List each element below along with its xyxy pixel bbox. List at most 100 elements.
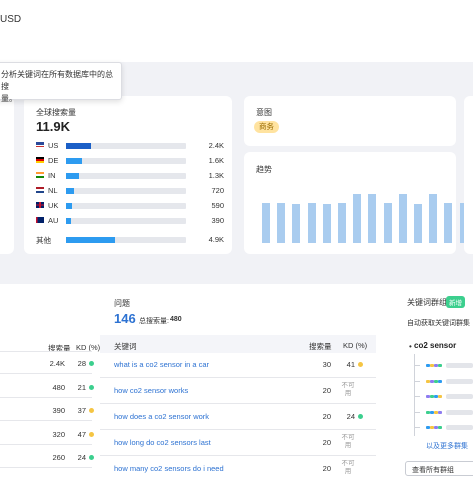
country-row-other[interactable]: 其他 4.9K xyxy=(36,235,224,245)
view-all-clusters-button[interactable]: 查看所有群组 xyxy=(405,461,473,476)
left-row-kd: 21 xyxy=(77,382,86,392)
cluster-item[interactable] xyxy=(414,423,473,432)
cluster-label-placeholder xyxy=(446,363,473,368)
trend-bar[interactable] xyxy=(429,194,438,243)
question-row-divider xyxy=(100,377,376,378)
clusters-new-badge: 新增 xyxy=(446,296,465,308)
question-kd-unavailable: 不可用 xyxy=(341,382,355,397)
cluster-label-placeholder xyxy=(446,409,473,415)
de-flag-icon xyxy=(36,157,44,163)
country-volume: 390 xyxy=(211,216,224,225)
trend-bar[interactable] xyxy=(262,203,270,243)
questions-col-keyword: 关键词 xyxy=(114,342,137,351)
question-keyword-link[interactable]: how does a co2 sensor work xyxy=(114,412,209,421)
uk-flag-icon xyxy=(36,202,44,208)
cluster-tree-line xyxy=(414,354,415,436)
trend-card: 趋势 xyxy=(244,152,456,254)
left-row-kd: 37 xyxy=(77,406,86,415)
question-kd: 41 xyxy=(346,360,355,369)
country-row-in[interactable]: IN 1.3K xyxy=(36,171,224,181)
in-flag-icon xyxy=(36,172,44,178)
trend-bar[interactable] xyxy=(414,204,422,243)
cluster-item[interactable] xyxy=(414,361,473,370)
cluster-color-segment xyxy=(438,395,442,398)
cluster-label-placeholder xyxy=(446,378,473,384)
cluster-item[interactable] xyxy=(414,408,473,417)
country-code: DE xyxy=(48,156,59,165)
currency-label: USD xyxy=(0,14,22,25)
left-row-volume: 2.4K xyxy=(49,359,65,368)
country-code: IN xyxy=(48,171,56,180)
country-bar-fill xyxy=(66,173,80,179)
cluster-item[interactable] xyxy=(414,392,473,401)
country-bar-fill xyxy=(66,203,72,209)
nl-flag-icon xyxy=(36,187,44,193)
trend-bar[interactable] xyxy=(307,203,316,243)
country-row-au[interactable]: AU 390 xyxy=(36,216,224,226)
country-volume: 590 xyxy=(211,201,224,210)
country-code: NL xyxy=(48,186,58,195)
trend-bar[interactable] xyxy=(368,194,377,243)
question-kd-unavailable: 不可用 xyxy=(341,434,355,449)
tooltip-line-2: 量。 xyxy=(1,94,17,103)
questions-count[interactable]: 146 xyxy=(114,311,136,326)
country-row-uk[interactable]: UK 590 xyxy=(36,201,224,211)
more-clusters-link[interactable]: 以及更多群集 xyxy=(426,441,468,451)
intent-title: 意图 xyxy=(256,108,272,117)
cluster-connector xyxy=(414,427,420,428)
left-row-kd: 24 xyxy=(77,453,86,462)
country-bar-track xyxy=(66,218,186,224)
country-row-nl[interactable]: NL 720 xyxy=(36,186,224,196)
country-bar-fill xyxy=(66,237,116,243)
trend-bar[interactable] xyxy=(353,194,362,243)
global-volume-title: 全球搜索量 xyxy=(36,108,76,117)
cluster-connector xyxy=(414,396,420,397)
left-row-volume: 320 xyxy=(52,429,65,439)
country-bar-fill xyxy=(66,143,92,149)
country-volume: 1.3K xyxy=(208,171,224,180)
trend-bar[interactable] xyxy=(444,203,453,243)
trend-bar[interactable] xyxy=(292,204,301,243)
cluster-label-placeholder xyxy=(446,394,473,399)
view-all-clusters-label: 查看所有群组 xyxy=(412,467,454,474)
country-bar-track xyxy=(66,173,186,179)
clusters-subtitle: 自动获取关键词群集 xyxy=(407,320,470,327)
questions-col-volume: 搜索量 xyxy=(309,342,332,351)
clusters-title: 关键词群组 xyxy=(407,298,447,307)
kd-indicator-dot xyxy=(89,384,94,390)
global-volume-value: 11.9K xyxy=(36,119,70,134)
questions-total-label: 总搜索量: xyxy=(139,318,169,325)
question-kd: 24 xyxy=(346,412,355,421)
question-volume: 20 xyxy=(322,438,331,447)
question-keyword-link[interactable]: how co2 sensor works xyxy=(114,386,188,395)
left-row-divider xyxy=(0,396,92,398)
trend-bar[interactable] xyxy=(338,203,346,243)
trend-bar[interactable] xyxy=(398,194,407,243)
question-volume: 30 xyxy=(322,360,331,369)
left-row-volume: 390 xyxy=(52,406,65,415)
trend-bar[interactable] xyxy=(383,203,392,243)
country-bar-fill xyxy=(66,158,82,164)
question-keyword-link[interactable]: what is a co2 sensor in a car xyxy=(114,360,209,369)
country-volume: 2.4K xyxy=(208,141,224,150)
cluster-root-dot: • xyxy=(409,342,412,351)
bottom-panel xyxy=(0,284,473,477)
kd-indicator-dot xyxy=(89,361,94,366)
cluster-item[interactable] xyxy=(414,377,473,386)
country-row-de[interactable]: DE 1.6K xyxy=(36,156,224,166)
question-keyword-link[interactable]: how many co2 sensors do i need xyxy=(114,464,224,473)
country-volume: 720 xyxy=(211,186,224,195)
question-keyword-link[interactable]: how long do co2 sensors last xyxy=(114,438,211,447)
trend-bar[interactable] xyxy=(277,203,286,243)
questions-col-kd: KD (%) xyxy=(343,341,368,350)
left-row-kd: 28 xyxy=(77,359,86,368)
country-row-us[interactable]: US 2.4K xyxy=(36,141,224,151)
au-flag-icon xyxy=(36,217,44,223)
intent-badge: 商务 xyxy=(254,121,279,133)
cluster-connector xyxy=(414,380,420,382)
trend-bar[interactable] xyxy=(322,204,331,243)
country-code: UK xyxy=(48,201,59,210)
country-bar-fill xyxy=(66,218,71,224)
left-row-divider xyxy=(0,373,92,374)
cluster-connector xyxy=(414,411,420,413)
